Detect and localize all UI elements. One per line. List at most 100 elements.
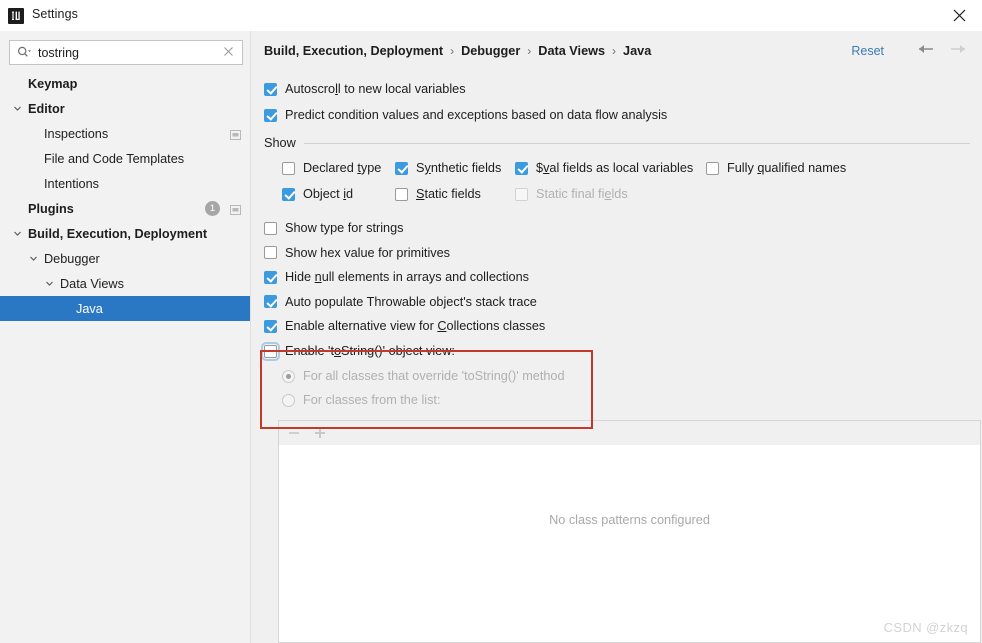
arrow-right-icon	[949, 42, 968, 58]
checkbox-icon[interactable]	[264, 345, 277, 358]
clear-icon[interactable]	[222, 45, 235, 58]
breadcrumb-item[interactable]: Build, Execution, Deployment	[264, 44, 443, 58]
tostring-radio-1: For classes from the list:	[282, 388, 565, 412]
empty-list-message: No class patterns configured	[279, 513, 980, 527]
add-icon[interactable]	[311, 424, 329, 442]
sidebar-item-label: Editor	[28, 102, 65, 116]
sidebar-item-label: Data Views	[60, 277, 124, 291]
checkbox-label: Object id	[303, 187, 353, 201]
checkbox-label: Fully qualified names	[727, 161, 846, 175]
checkbox-icon[interactable]	[264, 222, 277, 235]
radio-label: For classes from the list:	[303, 393, 440, 407]
option-4[interactable]: Enable alternative view for Collections …	[264, 314, 545, 339]
sidebar-item-plugins[interactable]: Plugins1	[0, 196, 250, 221]
option-autoscroll-1[interactable]: Predict condition values and exceptions …	[264, 102, 667, 128]
show-option-0[interactable]: Declared type	[282, 156, 381, 180]
checkbox-label: Predict condition values and exceptions …	[285, 108, 667, 122]
checkbox-icon[interactable]	[395, 162, 408, 175]
group-divider	[304, 143, 970, 144]
show-option-b-0[interactable]: Object id	[282, 182, 353, 206]
options-group: Show type for strings Show hex value for …	[264, 216, 545, 339]
option-0[interactable]: Show type for strings	[264, 216, 545, 241]
search-field[interactable]	[9, 40, 243, 65]
sidebar-item-data-views[interactable]: Data Views	[0, 271, 250, 296]
enable-tostring-checkbox[interactable]: Enable 'toString()' object view:	[264, 338, 565, 364]
sidebar-item-editor[interactable]: Editor	[0, 96, 250, 121]
checkbox-icon[interactable]	[706, 162, 719, 175]
sidebar-item-java[interactable]: Java	[0, 296, 250, 321]
class-patterns-list[interactable]: No class patterns configured	[278, 445, 981, 643]
sidebar-item-label: Build, Execution, Deployment	[28, 227, 207, 241]
arrow-left-icon[interactable]	[916, 42, 935, 58]
sidebar-item-label: Plugins	[28, 202, 74, 216]
window-icon	[230, 204, 241, 214]
checkbox-icon[interactable]	[395, 188, 408, 201]
search-icon[interactable]	[10, 42, 38, 63]
sidebar-item-debugger[interactable]: Debugger	[0, 246, 250, 271]
sidebar-item-inspections[interactable]: Inspections	[0, 121, 250, 146]
checkbox-icon[interactable]	[264, 109, 277, 122]
checkbox-icon[interactable]	[264, 320, 277, 333]
sidebar-item-label: Inspections	[44, 127, 108, 141]
breadcrumb-separator: ›	[527, 44, 531, 58]
option-3[interactable]: Auto populate Throwable object's stack t…	[264, 290, 545, 315]
sidebar-item-label: Keymap	[28, 77, 77, 91]
checkbox-label: Static fields	[416, 187, 481, 201]
sidebar-item-file-and-code-templates[interactable]: File and Code Templates	[0, 146, 250, 171]
sidebar-item-label: Java	[76, 302, 103, 316]
tostring-radio-0: For all classes that override 'toString(…	[282, 364, 565, 388]
navigation-arrows	[916, 42, 968, 58]
show-option-1[interactable]: Synthetic fields	[395, 156, 501, 180]
checkbox-icon[interactable]	[515, 162, 528, 175]
option-2[interactable]: Hide null elements in arrays and collect…	[264, 265, 545, 290]
class-list-toolbar	[278, 420, 981, 445]
checkbox-icon[interactable]	[282, 188, 295, 201]
sidebar-item-label: Intentions	[44, 177, 99, 191]
remove-icon[interactable]	[285, 424, 303, 442]
intellij-idea-icon	[8, 8, 24, 24]
search-input[interactable]	[38, 46, 208, 60]
checkbox-icon[interactable]	[264, 246, 277, 259]
option-1[interactable]: Show hex value for primitives	[264, 241, 545, 266]
checkbox-icon[interactable]	[264, 83, 277, 96]
checkbox-label: Hide null elements in arrays and collect…	[285, 270, 529, 284]
sidebar-item-label: File and Code Templates	[44, 152, 184, 166]
checkbox-label: Show type for strings	[285, 221, 403, 235]
checkbox-icon	[515, 188, 528, 201]
radio-button-icon	[282, 370, 295, 383]
show-group-title: Show	[264, 136, 296, 150]
top-options-group: Autoscroll to new local variables Predict…	[264, 76, 667, 128]
checkbox-label: Enable 'toString()' object view:	[285, 344, 455, 358]
breadcrumb-item[interactable]: Debugger	[461, 44, 520, 58]
chevron-down-icon[interactable]	[12, 229, 22, 239]
checkbox-label: Show hex value for primitives	[285, 246, 450, 260]
show-option-2[interactable]: $val fields as local variables	[515, 156, 693, 180]
checkbox-icon[interactable]	[282, 162, 295, 175]
show-option-b-1[interactable]: Static fields	[395, 182, 481, 206]
close-icon[interactable]	[936, 0, 982, 30]
settings-dialog: Settings	[0, 0, 982, 643]
sidebar-item-build-execution-deployment[interactable]: Build, Execution, Deployment	[0, 221, 250, 246]
show-option-3[interactable]: Fully qualified names	[706, 156, 846, 180]
settings-tree: Keymap Editor Inspections File and Code Tem…	[0, 71, 250, 321]
radio-button-icon	[282, 394, 295, 407]
breadcrumb-item[interactable]: Data Views	[538, 44, 605, 58]
chevron-down-icon[interactable]	[28, 254, 38, 264]
checkbox-icon[interactable]	[264, 271, 277, 284]
checkbox-label: Autoscroll to new local variables	[285, 82, 466, 96]
chevron-down-icon[interactable]	[12, 104, 22, 114]
breadcrumb-item[interactable]: Java	[623, 44, 651, 58]
sidebar-item-label: Debugger	[44, 252, 100, 266]
chevron-down-icon[interactable]	[44, 279, 54, 289]
show-option-b-2: Static final fields	[515, 182, 628, 206]
reset-button[interactable]: Reset	[851, 44, 884, 58]
show-group-header: Show	[264, 132, 970, 154]
sidebar-item-keymap[interactable]: Keymap	[0, 71, 250, 96]
breadcrumb: Build, Execution, Deployment › Debugger › Da…	[264, 44, 651, 58]
option-autoscroll-0[interactable]: Autoscroll to new local variables	[264, 76, 667, 102]
sidebar-item-intentions[interactable]: Intentions	[0, 171, 250, 196]
checkbox-label: Synthetic fields	[416, 161, 501, 175]
breadcrumb-separator: ›	[612, 44, 616, 58]
tostring-group: Enable 'toString()' object view: For all …	[264, 338, 565, 412]
checkbox-icon[interactable]	[264, 295, 277, 308]
